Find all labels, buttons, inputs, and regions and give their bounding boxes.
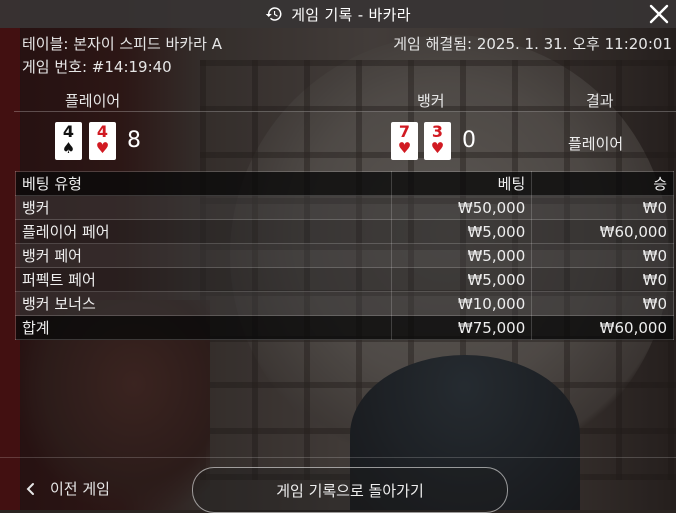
header-bar: 게임 기록 - 바카라 [0,0,676,28]
bet-type-cell: 뱅커 [15,195,392,220]
game-info: 테이블: 본자이 스피드 바카라 A 게임 해결됨: 2025. 1. 31. … [22,33,672,79]
card-suit-icon: ♥ [430,139,445,157]
total-bet: ₩75,000 [390,315,533,340]
table-row: 뱅커 ₩50,000 ₩0 [15,195,674,220]
total-row: 합계 ₩75,000 ₩60,000 [15,315,674,340]
table-header-row: 베팅 유형 베팅 승 [15,171,674,196]
bet-amount-cell: ₩10,000 [390,291,533,316]
chevron-left-icon [26,482,34,495]
banker-header: 뱅커 [417,92,445,110]
history-icon [265,7,282,21]
back-to-history-label: 게임 기록으로 돌아가기 [276,481,424,500]
card-rank: 3 [431,122,444,141]
game-number: 게임 번호: #14:19:40 [22,58,172,76]
banker-card-2: 3 ♥ [424,122,451,160]
win-amount-cell: ₩0 [531,267,674,292]
card-suit-icon: ♥ [95,139,110,157]
bet-amount-cell: ₩5,000 [390,243,533,268]
previous-game-button[interactable]: 이전 게임 [26,478,110,499]
player-card-1: 4 ♠ [55,122,82,160]
resolved-time: 게임 해결됨: 2025. 1. 31. 오후 11:20:01 [393,35,672,53]
result-header: 결과 [586,92,614,110]
win-amount-cell: ₩0 [531,291,674,316]
card-rank: 7 [398,122,411,141]
total-win: ₩60,000 [531,315,674,340]
banker-card-1: 7 ♥ [391,122,418,160]
banker-score: 0 [462,128,476,153]
table-row: 뱅커 보너스 ₩10,000 ₩0 [15,291,674,316]
win-amount-cell: ₩60,000 [531,219,674,244]
card-suit-icon: ♠ [61,139,76,157]
previous-game-label: 이전 게임 [50,480,110,498]
table-row: 플레이어 페어 ₩5,000 ₩60,000 [15,219,674,244]
bets-table: 베팅 유형 베팅 승 뱅커 ₩50,000 ₩0 플레이어 페어 ₩5,000 … [15,171,674,340]
bet-type-cell: 뱅커 보너스 [15,291,392,316]
close-icon[interactable] [648,3,670,25]
cards-divider [14,111,676,112]
win-amount-cell: ₩0 [531,243,674,268]
game-result: 플레이어 [568,135,624,153]
total-label: 합계 [15,315,392,340]
table-row: 뱅커 페어 ₩5,000 ₩0 [15,243,674,268]
table-name: 테이블: 본자이 스피드 바카라 A [22,35,222,53]
page-title: 게임 기록 - 바카라 [291,5,411,24]
player-card-2: 4 ♥ [89,122,116,160]
bet-amount-cell: ₩50,000 [390,195,533,220]
player-score: 8 [127,128,141,153]
cards-panel: 플레이어 뱅커 결과 4 ♠ 4 ♥ 8 7 ♥ 3 ♥ 0 플레이어 [14,87,676,167]
win-amount-cell: ₩0 [531,195,674,220]
card-rank: 4 [96,122,109,141]
card-rank: 4 [62,122,75,141]
column-header-win: 승 [531,171,674,196]
footer-bar: 이전 게임 게임 기록으로 돌아가기 [0,457,676,513]
column-header-bet-type: 베팅 유형 [15,171,392,196]
table-row: 퍼펙트 페어 ₩5,000 ₩0 [15,267,674,292]
bet-type-cell: 퍼펙트 페어 [15,267,392,292]
bet-type-cell: 플레이어 페어 [15,219,392,244]
column-header-bet: 베팅 [390,171,533,196]
bet-amount-cell: ₩5,000 [390,219,533,244]
bet-amount-cell: ₩5,000 [390,267,533,292]
bet-type-cell: 뱅커 페어 [15,243,392,268]
card-suit-icon: ♥ [397,139,412,157]
back-to-history-button[interactable]: 게임 기록으로 돌아가기 [192,467,508,513]
player-header: 플레이어 [65,92,121,110]
